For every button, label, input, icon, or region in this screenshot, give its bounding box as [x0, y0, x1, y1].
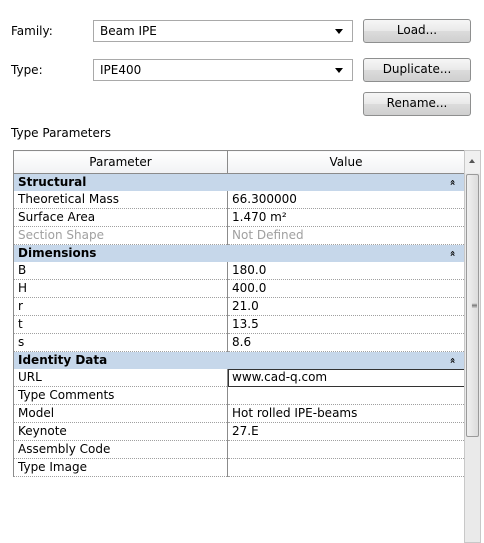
parameter-value: Not Defined — [227, 226, 464, 245]
group-name: Identity Data — [18, 353, 108, 367]
chevron-down-icon — [335, 68, 343, 73]
arrow-up-icon — [469, 159, 475, 163]
parameter-row[interactable]: URL www.cad-q.com — [13, 369, 464, 387]
parameter-row[interactable]: t 13.5 — [13, 315, 464, 334]
chevron-down-icon — [335, 29, 343, 34]
parameter-name: r — [13, 297, 228, 316]
family-label: Family: — [11, 24, 53, 38]
parameter-row[interactable]: Theoretical Mass 66.300000 — [13, 191, 464, 209]
parameter-value-input[interactable]: www.cad-q.com — [227, 369, 464, 387]
parameter-row[interactable]: Keynote 27.E — [13, 422, 464, 441]
parameter-value[interactable] — [227, 386, 464, 405]
scroll-up-button[interactable] — [465, 151, 480, 173]
type-label: Type: — [11, 63, 43, 77]
group-header-cell[interactable]: » Dimensions — [13, 244, 464, 262]
column-header-parameter[interactable]: Parameter — [13, 150, 228, 174]
load-button[interactable]: Load... — [363, 19, 471, 43]
parameter-row[interactable]: Type Comments — [13, 386, 464, 405]
parameter-name: Model — [13, 404, 228, 423]
parameter-value[interactable]: 21.0 — [227, 297, 464, 316]
parameter-value[interactable] — [227, 440, 464, 459]
parameter-row[interactable]: Section Shape Not Defined — [13, 226, 464, 245]
parameter-name: URL — [13, 369, 228, 387]
grip-icon: ≡ — [471, 301, 478, 310]
parameter-row[interactable]: Assembly Code — [13, 440, 464, 459]
parameter-row[interactable]: s 8.6 — [13, 333, 464, 352]
parameter-value[interactable]: 27.E — [227, 422, 464, 441]
family-dropdown[interactable]: Beam IPE — [93, 20, 353, 42]
parameter-value[interactable]: 66.300000 — [227, 191, 464, 209]
group-header[interactable]: » Identity Data — [13, 351, 464, 369]
parameter-name: Assembly Code — [13, 440, 228, 459]
group-header-cell[interactable]: » Identity Data — [13, 351, 464, 369]
collapse-icon[interactable]: » — [447, 174, 460, 191]
group-header-cell[interactable]: » Structural — [13, 173, 464, 191]
parameter-name: Type Image — [13, 458, 228, 477]
type-value: IPE400 — [100, 63, 142, 77]
parameter-row[interactable]: r 21.0 — [13, 297, 464, 316]
parameter-row[interactable]: Type Image — [13, 458, 464, 477]
parameter-value[interactable]: Hot rolled IPE-beams — [227, 404, 464, 423]
rename-button[interactable]: Rename... — [363, 92, 471, 116]
parameter-name: t — [13, 315, 228, 334]
parameter-row[interactable]: Model Hot rolled IPE-beams — [13, 404, 464, 423]
scrollbar-thumb[interactable]: ≡ — [466, 174, 479, 437]
parameter-name: Type Comments — [13, 386, 228, 405]
collapse-icon[interactable]: » — [447, 245, 460, 262]
parameter-name: Surface Area — [13, 208, 228, 227]
duplicate-button[interactable]: Duplicate... — [363, 58, 471, 82]
group-header[interactable]: » Dimensions — [13, 244, 464, 262]
vertical-scrollbar[interactable]: ≡ — [464, 150, 481, 543]
parameter-name: B — [13, 262, 228, 280]
group-name: Structural — [18, 175, 87, 189]
parameter-value[interactable]: 400.0 — [227, 279, 464, 298]
parameter-row[interactable]: B 180.0 — [13, 262, 464, 280]
parameter-row[interactable]: Surface Area 1.470 m² — [13, 208, 464, 227]
group-header[interactable]: » Structural — [13, 173, 464, 191]
collapse-icon[interactable]: » — [447, 352, 460, 369]
type-parameters-grid: Parameter Value » Structural Theoretical M… — [13, 150, 464, 543]
parameter-value[interactable]: 8.6 — [227, 333, 464, 352]
parameter-name: Theoretical Mass — [13, 191, 228, 209]
type-dropdown[interactable]: IPE400 — [93, 59, 353, 81]
section-title: Type Parameters — [11, 126, 112, 140]
parameter-value[interactable]: 13.5 — [227, 315, 464, 334]
parameter-name: s — [13, 333, 228, 352]
group-name: Dimensions — [18, 246, 97, 260]
column-header-value[interactable]: Value — [227, 150, 464, 174]
parameter-name: Keynote — [13, 422, 228, 441]
parameter-name: H — [13, 279, 228, 298]
parameter-value[interactable]: 180.0 — [227, 262, 464, 280]
parameter-value[interactable]: 1.470 m² — [227, 208, 464, 227]
family-value: Beam IPE — [100, 24, 157, 38]
parameter-row[interactable]: H 400.0 — [13, 279, 464, 298]
parameter-name: Section Shape — [13, 226, 228, 245]
parameter-value[interactable] — [227, 458, 464, 477]
